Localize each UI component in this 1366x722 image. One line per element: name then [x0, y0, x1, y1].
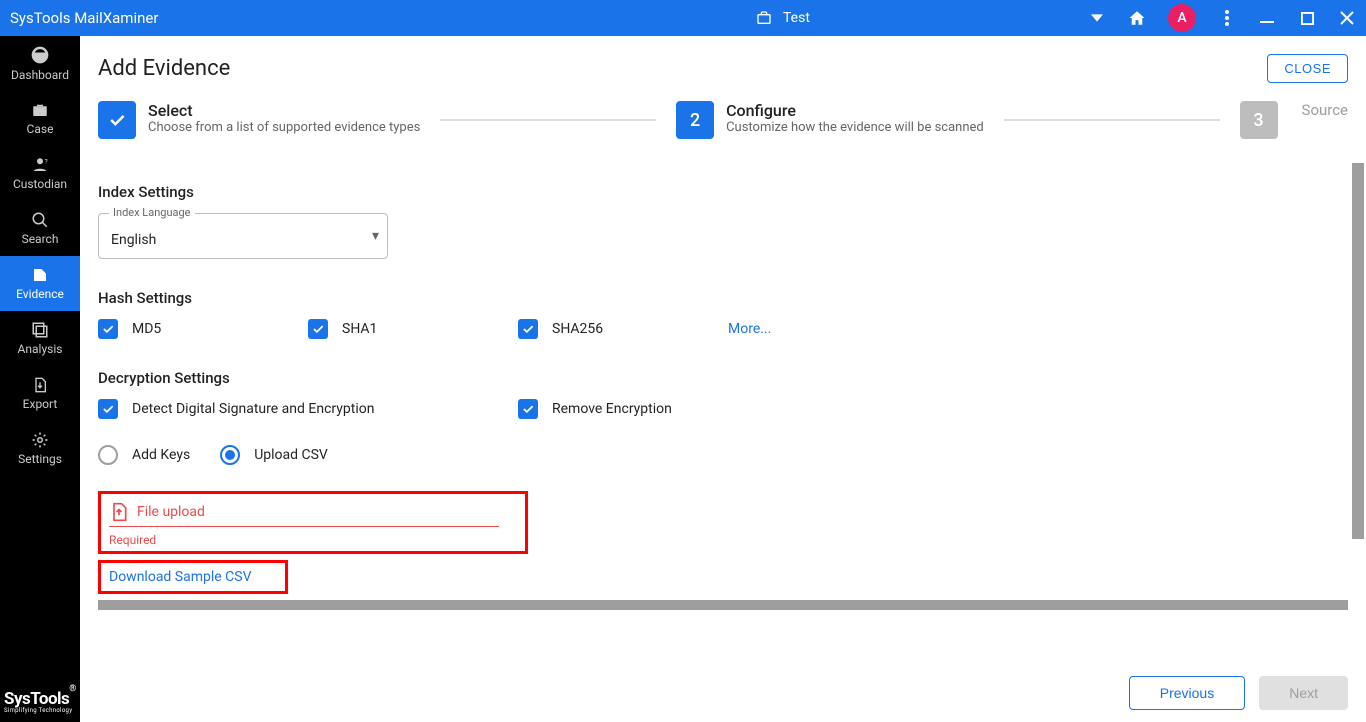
sidebar-item-custodian[interactable]: ? Custodian	[0, 146, 80, 201]
checkbox-label: Remove Encryption	[552, 401, 672, 417]
checkbox-detect-signature[interactable]	[98, 399, 118, 419]
step-number: 3	[1240, 101, 1278, 139]
select-float-label: Index Language	[109, 206, 195, 219]
radio-upload-csv[interactable]	[220, 445, 240, 465]
radio-add-keys[interactable]	[98, 445, 118, 465]
next-button[interactable]: Next	[1259, 676, 1348, 710]
step-title: Select	[148, 101, 420, 120]
sidebar-item-search[interactable]: Search	[0, 201, 80, 256]
case-name: Test	[783, 10, 810, 26]
download-sample-highlight: Download Sample CSV	[98, 560, 288, 594]
briefcase-icon	[755, 9, 773, 27]
stepper-connector	[1004, 119, 1220, 121]
sidebar-item-settings[interactable]: Settings	[0, 421, 80, 476]
step-select[interactable]: Select Choose from a list of supported e…	[98, 101, 420, 139]
horizontal-scrollbar[interactable]	[98, 600, 1348, 610]
step-check-icon	[98, 101, 136, 139]
sidebar-item-evidence[interactable]: Evidence	[0, 256, 80, 311]
sidebar-item-label: Custodian	[13, 177, 67, 191]
required-text: Required	[109, 533, 517, 547]
sidebar-item-label: Case	[27, 122, 54, 136]
minimize-icon[interactable]	[1258, 9, 1276, 27]
chevron-down-icon: ▾	[372, 228, 379, 244]
checkbox-sha1[interactable]	[308, 319, 328, 339]
index-settings-heading: Index Settings	[98, 183, 1348, 201]
sidebar-item-case[interactable]: Case	[0, 91, 80, 146]
file-upload-field[interactable]: File upload	[109, 502, 517, 522]
previous-button[interactable]: Previous	[1129, 676, 1245, 710]
step-source[interactable]: 3 Source	[1240, 101, 1348, 139]
step-subtitle: Choose from a list of supported evidence…	[148, 120, 420, 135]
checkbox-sha256[interactable]	[518, 319, 538, 339]
vertical-scrollbar[interactable]	[1352, 163, 1364, 539]
step-configure[interactable]: 2 Configure Customize how the evidence w…	[676, 101, 984, 139]
step-number: 2	[676, 101, 714, 139]
svg-text:?: ?	[45, 158, 48, 166]
page-title: Add Evidence	[98, 56, 230, 81]
sidebar-item-analysis[interactable]: Analysis	[0, 311, 80, 366]
hash-settings-heading: Hash Settings	[98, 289, 1348, 307]
step-subtitle: Customize how the evidence will be scann…	[726, 120, 984, 135]
close-icon[interactable]	[1338, 9, 1356, 27]
file-upload-highlight: File upload Required	[98, 491, 528, 554]
checkbox-label: SHA1	[342, 321, 377, 337]
step-title: Configure	[726, 101, 984, 120]
brand-logo: SysTools® Simplifying Technology	[0, 687, 80, 722]
sidebar-item-label: Analysis	[18, 342, 63, 356]
sidebar-item-dashboard[interactable]: Dashboard	[0, 36, 80, 91]
radio-label: Upload CSV	[254, 447, 328, 463]
kebab-menu-icon[interactable]	[1218, 9, 1236, 27]
index-language-select[interactable]: Index Language English ▾	[98, 213, 388, 259]
checkbox-remove-encryption[interactable]	[518, 399, 538, 419]
stepper-connector	[440, 119, 656, 121]
home-icon[interactable]	[1128, 9, 1146, 27]
file-upload-label: File upload	[137, 504, 205, 520]
select-value: English	[111, 232, 156, 248]
more-link[interactable]: More...	[728, 321, 771, 337]
download-sample-link[interactable]: Download Sample CSV	[109, 569, 252, 585]
sidebar-item-label: Evidence	[16, 287, 64, 301]
radio-label: Add Keys	[132, 447, 190, 463]
caret-down-icon[interactable]	[1088, 9, 1106, 27]
checkbox-label: MD5	[132, 321, 161, 337]
sidebar-item-label: Dashboard	[11, 68, 69, 82]
sidebar-item-export[interactable]: Export	[0, 366, 80, 421]
app-title: SysTools MailXaminer	[10, 9, 158, 27]
maximize-icon[interactable]	[1298, 9, 1316, 27]
sidebar-item-label: Export	[23, 397, 58, 411]
sidebar-item-label: Settings	[18, 452, 62, 466]
sidebar-item-label: Search	[22, 232, 59, 246]
checkbox-label: Detect Digital Signature and Encryption	[132, 401, 374, 417]
checkbox-label: SHA256	[552, 321, 603, 337]
close-button[interactable]: CLOSE	[1267, 54, 1348, 83]
decryption-settings-heading: Decryption Settings	[98, 369, 1348, 387]
step-title: Source	[1302, 101, 1348, 119]
checkbox-md5[interactable]	[98, 319, 118, 339]
avatar[interactable]: A	[1168, 4, 1196, 32]
